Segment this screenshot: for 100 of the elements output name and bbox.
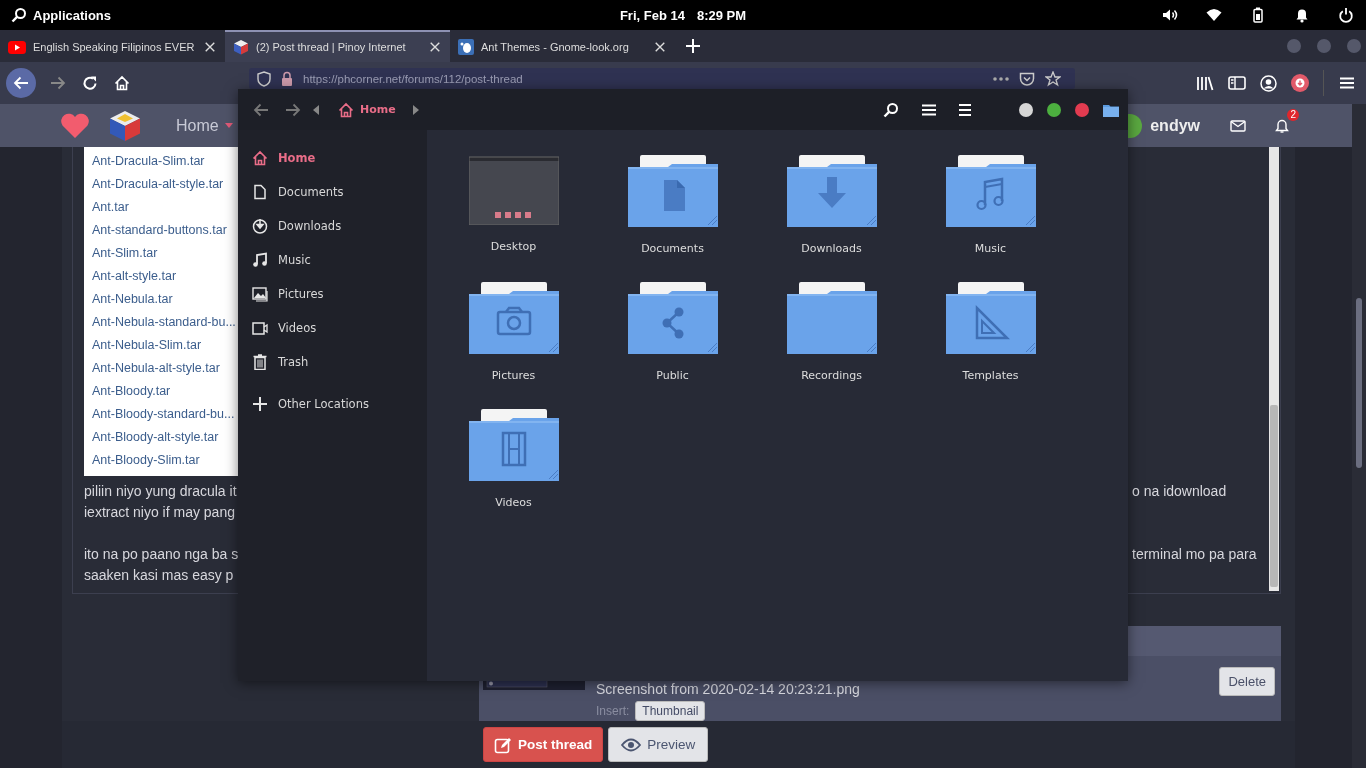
pencil-icon [494,735,512,754]
file-link[interactable]: Ant-Nebula.tar [84,288,238,311]
file-link[interactable]: Ant-Bloody-alt-style.tar [84,426,238,449]
folder-icon[interactable] [1103,102,1119,117]
sidebar-item[interactable]: Pictures [238,277,427,311]
back-button[interactable] [6,68,36,98]
home-icon[interactable] [114,75,130,91]
search-icon[interactable] [883,101,899,118]
more-icon[interactable] [993,76,1009,81]
sidebar-item[interactable]: Other Locations [238,387,427,421]
caret-left-icon[interactable] [313,104,319,115]
menu-icon[interactable] [1338,75,1356,91]
trash-icon [252,354,268,370]
address-bar[interactable]: https://phcorner.net/forums/112/post-thread [249,68,1075,89]
nav-link[interactable]: Home [176,116,219,135]
sidebar-item[interactable]: Music [238,243,427,277]
pocket-icon[interactable] [1019,70,1035,87]
search-icon[interactable] [11,7,27,23]
star-icon[interactable] [1045,70,1061,87]
folder-label[interactable]: Public [656,369,689,382]
bell-icon[interactable] [1274,117,1290,134]
folder-icon[interactable] [786,155,877,227]
caret-icon [224,123,233,128]
browser-tab[interactable]: English Speaking Filipinos EVER [0,30,225,62]
sidebar-item[interactable]: Videos [238,311,427,345]
folder-label[interactable]: Recordings [801,369,862,382]
account-icon[interactable] [1260,74,1277,92]
path-button[interactable]: Home [338,101,406,118]
file-link[interactable]: Ant-standard-buttons.tar [84,219,238,242]
file-link[interactable]: Ant-Nebula-alt-style.tar [84,357,238,380]
music-note-icon [252,252,268,268]
folder-icon[interactable] [468,282,559,354]
lock-icon [281,70,293,87]
folder-icon[interactable] [786,282,877,354]
close-button[interactable] [1075,102,1089,117]
username[interactable]: endyw [1150,116,1200,135]
folder-icon[interactable] [627,282,718,354]
folder-icon[interactable] [627,155,718,227]
delete-button[interactable]: Delete [1219,667,1275,696]
post-thread-button[interactable]: Post thread [483,727,604,762]
home-icon [252,150,268,166]
file-link[interactable]: Ant.tar [84,196,238,219]
folder-label[interactable]: Templates [962,369,1019,382]
forward-icon[interactable] [50,75,66,91]
reload-icon[interactable] [82,75,98,91]
sidebar-icon[interactable] [1228,75,1246,91]
folder-label[interactable]: Desktop [490,240,537,253]
file-link[interactable]: Ant-Nebula-Slim.tar [84,334,238,357]
extension-icon[interactable] [1291,74,1309,92]
file-link[interactable]: Ant-alt-style.tar [84,265,238,288]
applications-menu[interactable]: Applications [33,7,111,23]
list-view-icon[interactable] [959,102,971,117]
power-icon[interactable] [1338,7,1354,23]
new-tab-icon[interactable] [685,38,701,54]
file-link[interactable]: Ant-Bloody-standard-bu... [84,403,238,426]
close-icon[interactable] [204,41,216,53]
text-line: o na idownload [1132,482,1227,501]
scrollbar[interactable] [1352,104,1366,768]
eye-icon [621,737,642,752]
mail-icon[interactable] [1230,119,1246,132]
file-link[interactable]: Ant-Nebula-standard-bu... [84,311,238,334]
folder-icon[interactable] [468,409,559,481]
file-link[interactable]: Ant-Bloody-Slim.tar [84,449,238,472]
folder-label[interactable]: Music [974,242,1007,255]
folder-label[interactable]: Pictures [491,369,536,382]
folder-label[interactable]: Downloads [801,242,862,255]
maximize-button[interactable] [1047,102,1061,117]
battery-icon[interactable] [1250,7,1266,23]
home-icon [338,101,354,118]
sidebar-item[interactable]: Home [238,141,427,175]
thumbnail-button[interactable]: Thumbnail [635,701,706,721]
arrow-left-icon [13,75,29,91]
sidebar-item[interactable]: Trash [238,345,427,379]
back-icon[interactable] [253,101,269,118]
file-link[interactable]: Ant-Slim.tar [84,242,238,265]
preview-button[interactable]: Preview [608,727,709,762]
library-icon[interactable] [1196,75,1214,91]
wifi-icon[interactable] [1206,7,1222,23]
browser-tab[interactable]: Ant Themes - Gnome-look.org [450,30,675,62]
file-link[interactable]: Ant-Dracula-Slim.tar [84,150,238,173]
file-link[interactable]: Ant-Dracula-alt-style.tar [84,173,238,196]
folder-label[interactable]: Videos [495,496,532,509]
insert-label: Insert: [596,704,630,718]
folder-label[interactable]: Documents [641,242,704,255]
close-icon[interactable] [429,41,441,53]
close-icon[interactable] [654,41,666,53]
minimize-button[interactable] [1019,102,1033,117]
sidebar-item[interactable]: Documents [238,175,427,209]
text-line: iextract niyo if may pang [84,503,236,522]
folder-icon[interactable] [945,155,1036,227]
caret-right-icon[interactable] [412,104,419,115]
browser-tab[interactable]: (2) Post thread | Pinoy Internet [225,30,450,62]
forward-icon[interactable] [285,101,301,118]
bell-icon[interactable] [1294,7,1310,23]
volume-icon[interactable] [1162,7,1178,23]
sidebar-item[interactable]: Downloads [238,209,427,243]
file-link[interactable]: Ant-Bloody.tar [84,380,238,403]
cube-logo-icon[interactable] [108,108,142,143]
folder-icon[interactable] [945,282,1036,354]
scrollbar[interactable] [1269,147,1279,591]
